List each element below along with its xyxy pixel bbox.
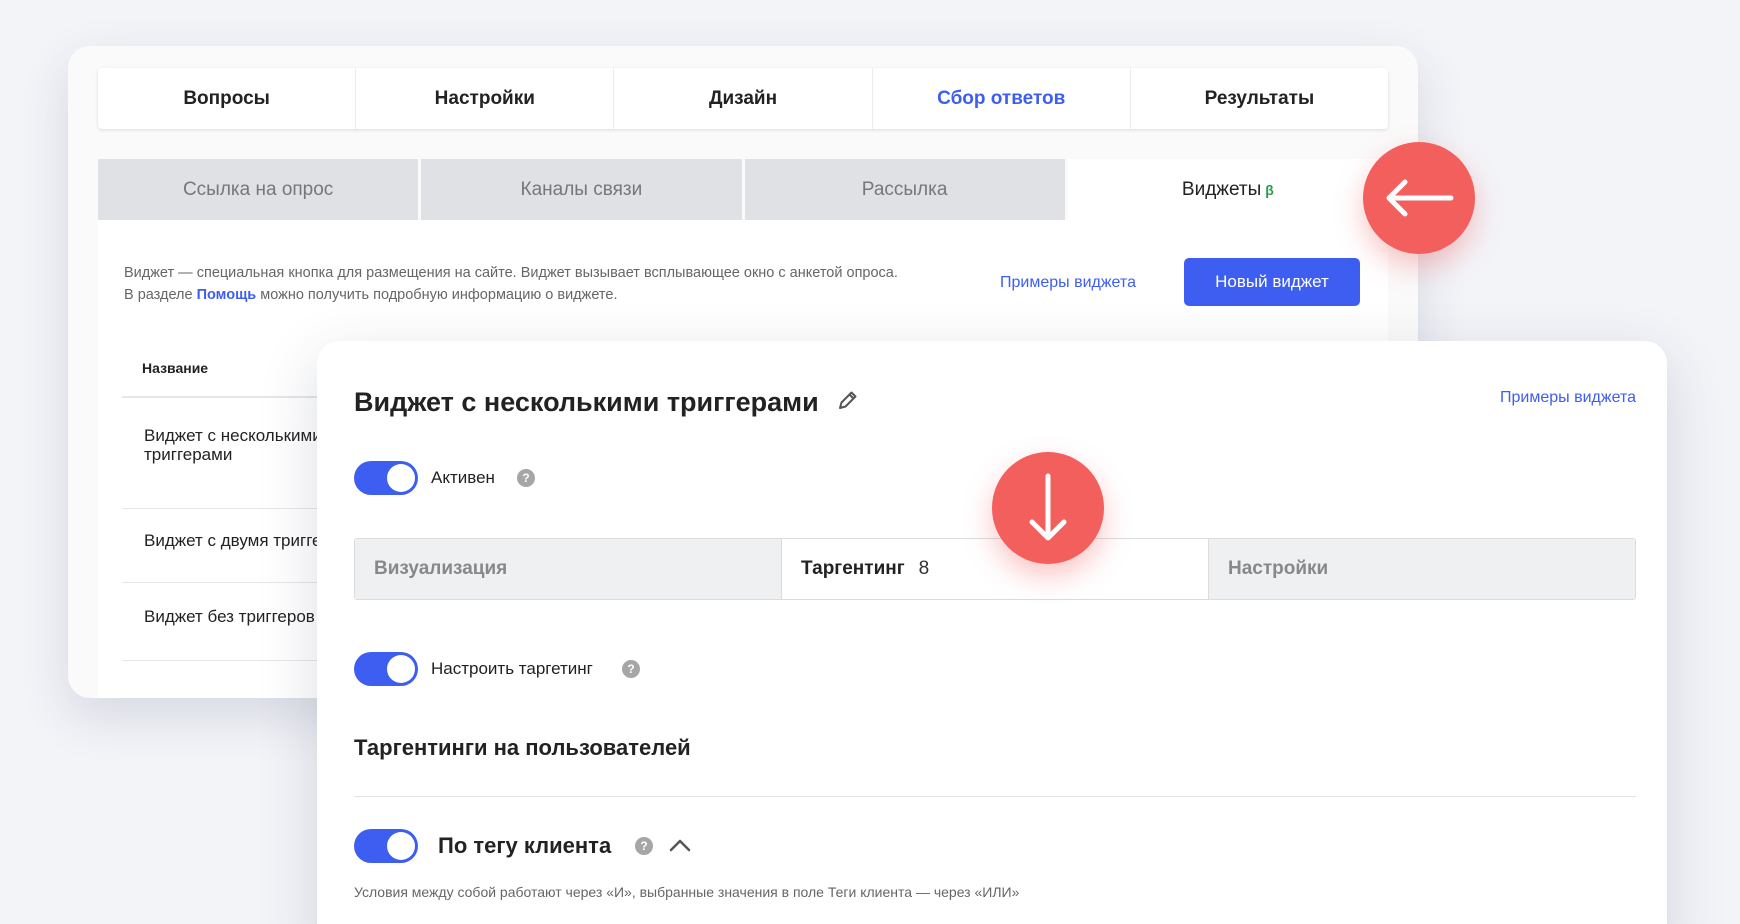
description-pre: В разделе bbox=[124, 287, 197, 303]
tab-results[interactable]: Результаты bbox=[1131, 68, 1388, 129]
arrow-down-icon bbox=[992, 452, 1104, 564]
active-toggle[interactable] bbox=[354, 461, 418, 495]
widget-examples-link[interactable]: Примеры виджета bbox=[1500, 389, 1636, 407]
tab-settings[interactable]: Настройки bbox=[356, 68, 615, 129]
description-post: можно получить подробную информацию о ви… bbox=[256, 287, 618, 303]
widget-editor-card: Виджет с несколькими триггерами Примеры … bbox=[317, 341, 1667, 924]
tab-visualization-label: Визуализация bbox=[374, 558, 508, 579]
tab-visualization[interactable]: Визуализация bbox=[355, 539, 782, 599]
configure-targeting-label: Настроить таргетинг bbox=[431, 659, 593, 678]
widgets-description: Виджет — специальная кнопка для размещен… bbox=[124, 262, 984, 306]
beta-badge: β bbox=[1265, 181, 1274, 198]
tab-settings[interactable]: Настройки bbox=[1209, 539, 1635, 599]
tag-targeting-toggle[interactable] bbox=[354, 829, 418, 863]
subtab-widgets-label: Виджеты bbox=[1181, 178, 1262, 200]
sub-tabs: Ссылка на опрос Каналы связи Рассылка Ви… bbox=[98, 159, 1388, 220]
widget-examples-link[interactable]: Примеры виджета bbox=[1000, 274, 1136, 292]
help-icon[interactable]: ? bbox=[622, 660, 640, 678]
column-header-name: Название bbox=[142, 360, 209, 376]
subtab-survey-link[interactable]: Ссылка на опрос bbox=[98, 159, 419, 220]
arrow-left-icon bbox=[1363, 142, 1475, 254]
description-line-1: Виджет — специальная кнопка для размещен… bbox=[124, 265, 898, 281]
tab-questions[interactable]: Вопросы bbox=[98, 68, 357, 129]
description-line-2: В разделе Помощь можно получить подробну… bbox=[124, 284, 984, 306]
main-tabs: Вопросы Настройки Дизайн Сбор ответов Ре… bbox=[98, 68, 1388, 129]
section-title: Таргентинги на пользователей bbox=[354, 735, 691, 760]
widget-sections-tabs: Визуализация Таргентинг 8 Настройки bbox=[354, 538, 1636, 600]
chevron-up-icon[interactable] bbox=[669, 838, 691, 857]
condition-text: Условия между собой работают через «И», … bbox=[354, 884, 1020, 900]
help-link[interactable]: Помощь bbox=[197, 287, 257, 303]
widget-title-text: Виджет с несколькими триггерами bbox=[354, 387, 819, 417]
configure-targeting-toggle[interactable] bbox=[354, 652, 418, 686]
new-widget-button[interactable]: Новый виджет bbox=[1184, 258, 1360, 306]
active-label: Активен bbox=[431, 468, 495, 487]
tab-design[interactable]: Дизайн bbox=[614, 68, 873, 129]
tag-label: По тегу клиента bbox=[438, 833, 612, 858]
pencil-icon[interactable] bbox=[837, 387, 859, 418]
tab-collect-answers[interactable]: Сбор ответов bbox=[873, 68, 1131, 129]
subtab-channels[interactable]: Каналы связи bbox=[421, 159, 742, 220]
subtab-widgets[interactable]: Виджеты β bbox=[1067, 159, 1388, 220]
tab-settings-label: Настройки bbox=[1228, 558, 1329, 579]
widget-title: Виджет с несколькими триггерами bbox=[354, 387, 859, 418]
help-icon[interactable]: ? bbox=[635, 837, 653, 855]
help-icon[interactable]: ? bbox=[517, 469, 535, 487]
targeting-count: 8 bbox=[918, 558, 930, 579]
subtab-mailing[interactable]: Рассылка bbox=[744, 159, 1065, 220]
section-divider bbox=[354, 796, 1636, 797]
tab-targeting-label: Таргентинг bbox=[801, 558, 905, 579]
tab-targeting[interactable]: Таргентинг 8 bbox=[782, 539, 1209, 599]
